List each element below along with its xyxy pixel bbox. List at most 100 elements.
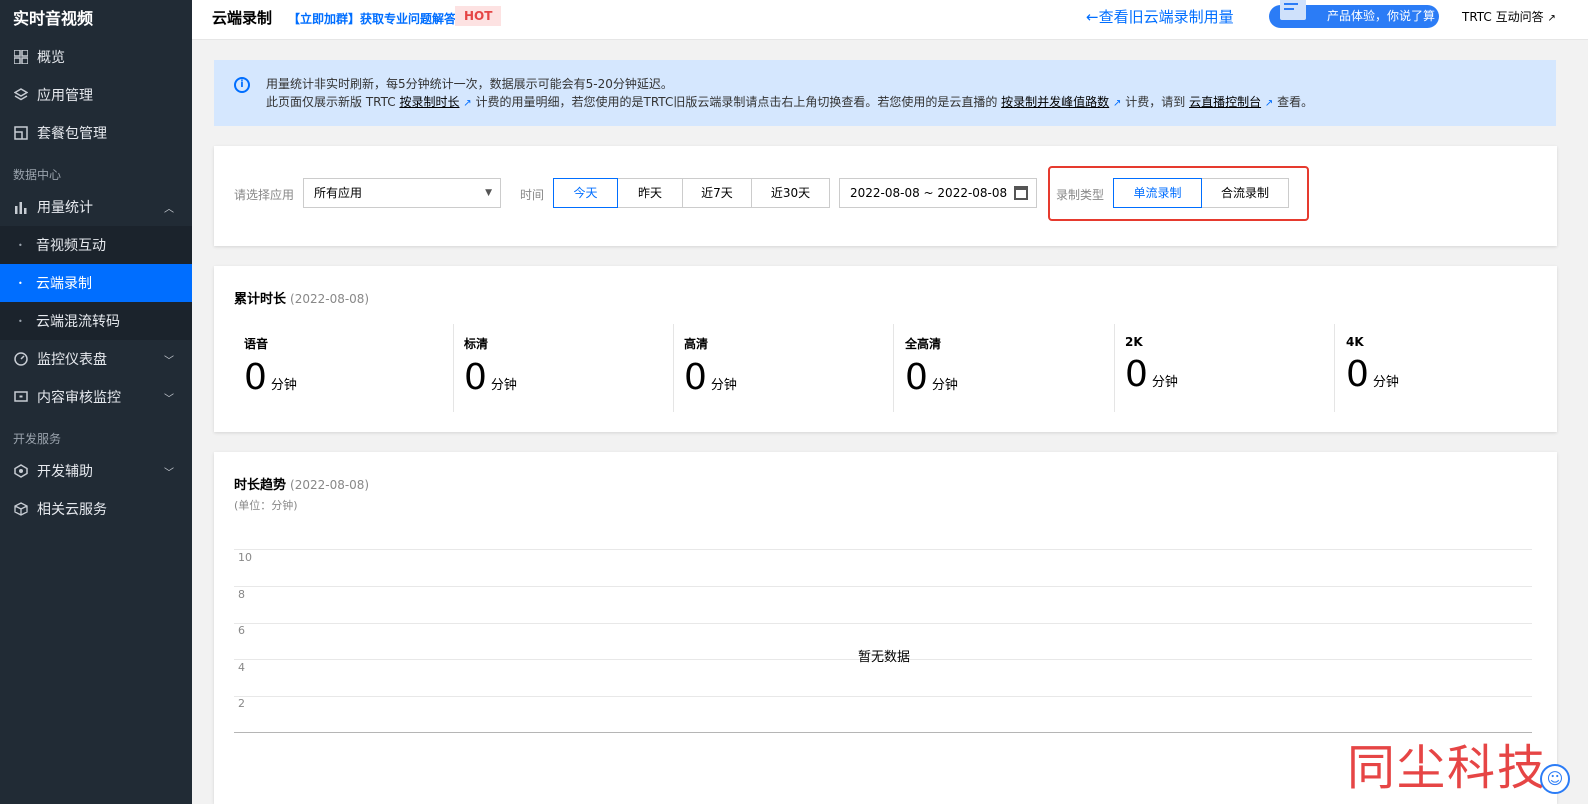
link-record-duration[interactable]: 按录制时长 xyxy=(399,95,459,109)
stat-value: 0 xyxy=(1346,354,1369,395)
hexagon-icon xyxy=(13,463,29,479)
sidebar: 实时音视频 概览 应用管理 套餐包管理 数据中心 用量统计 ︿ 音视频互动 云端… xyxy=(0,0,192,804)
record-type-single[interactable]: 单流录制 xyxy=(1113,178,1202,208)
sidebar-item-label: 开发辅助 xyxy=(37,464,93,480)
app-select[interactable]: 所有应用 ▼ xyxy=(303,178,501,208)
time-option-30days[interactable]: 近30天 xyxy=(751,178,830,208)
sidebar-item-label: 应用管理 xyxy=(37,88,93,104)
stat-name: 2K xyxy=(1125,335,1143,349)
calendar-icon xyxy=(1014,186,1028,200)
stat-unit: 分钟 xyxy=(931,378,958,393)
stat-name: 高清 xyxy=(684,337,709,351)
sidebar-item-content-audit[interactable]: 内容审核监控 ﹀ xyxy=(0,378,192,416)
link-live-console[interactable]: 云直播控制台 xyxy=(1189,95,1261,109)
hot-badge: HOT xyxy=(455,6,502,26)
sidebar-item-label: 用量统计 xyxy=(37,200,93,216)
top-bar: 云端录制 【立即加群】获取专业问题解答 HOT ←查看旧云端录制用量 产品体验，… xyxy=(192,0,1588,40)
gridline xyxy=(234,623,1532,624)
sidebar-item-usage-stats[interactable]: 用量统计 ︿ xyxy=(0,188,192,226)
bar-chart-icon xyxy=(13,199,29,215)
sidebar-item-label: 相关云服务 xyxy=(37,502,107,518)
sidebar-subitem-cloud-recording[interactable]: 云端录制 xyxy=(0,264,192,302)
sidebar-item-related-cloud[interactable]: 相关云服务 xyxy=(0,490,192,528)
stat-hd: 高清 0 分钟 xyxy=(674,324,894,412)
stat-name: 4K xyxy=(1346,335,1364,349)
date-range-picker[interactable]: 2022-08-08 ~ 2022-08-08 xyxy=(839,178,1037,208)
trend-title: 时长趋势 (2022-08-08) xyxy=(234,474,369,493)
cumulative-date: (2022-08-08) xyxy=(290,292,370,306)
stat-value: 0 xyxy=(244,357,267,398)
record-type-mixed[interactable]: 合流录制 xyxy=(1201,178,1289,208)
trtc-qa-link[interactable]: TRTC 互动问答 ↗ xyxy=(1462,8,1556,25)
sidebar-item-label: 概览 xyxy=(37,50,65,66)
stat-name: 标清 xyxy=(464,337,489,351)
cumulative-duration-card: 累计时长 (2022-08-08) 语音 0 分钟 标清 0 分钟 高清 0 分钟 全高… xyxy=(214,266,1557,432)
info-icon: i xyxy=(234,77,250,93)
chevron-up-icon: ︿ xyxy=(164,203,174,215)
link-concurrent-peak[interactable]: 按录制并发峰值路数 xyxy=(1001,95,1109,109)
time-option-yesterday[interactable]: 昨天 xyxy=(617,178,683,208)
y-tick-label: 10 xyxy=(238,551,252,564)
stat-4k: 4K 0 分钟 xyxy=(1336,326,1556,412)
y-tick-label: 8 xyxy=(238,588,245,601)
old-usage-link[interactable]: ←查看旧云端录制用量 xyxy=(1086,6,1234,27)
stat-value: 0 xyxy=(464,357,487,398)
stat-unit: 分钟 xyxy=(490,378,517,393)
gridline xyxy=(234,549,1532,550)
info-banner: i 用量统计非实时刷新，每5分钟统计一次，数据展示可能会有5-20分钟延迟。 此… xyxy=(214,60,1556,126)
gauge-icon xyxy=(13,351,29,367)
stat-value: 0 xyxy=(684,357,707,398)
time-option-7days[interactable]: 近7天 xyxy=(682,178,752,208)
x-axis-line xyxy=(234,732,1532,733)
sidebar-item-monitor-dashboard[interactable]: 监控仪表盘 ﹀ xyxy=(0,340,192,378)
trend-unit: (单位：分钟) xyxy=(234,499,298,512)
join-group-link[interactable]: 【立即加群】获取专业问题解答 xyxy=(288,10,456,27)
record-type-tabs: 单流录制 合流录制 xyxy=(1113,178,1289,208)
arrow-left-icon: ← xyxy=(1086,8,1099,26)
stat-value: 0 xyxy=(905,357,928,398)
app-select-label: 请选择应用 xyxy=(234,188,295,202)
chevron-down-icon: ﹀ xyxy=(164,393,174,405)
external-link-icon: ↗ xyxy=(1264,98,1274,109)
stat-value: 0 xyxy=(1125,354,1148,395)
stat-unit: 分钟 xyxy=(1151,375,1178,390)
sidebar-subitem-av-interaction[interactable]: 音视频互动 xyxy=(0,226,192,264)
document-icon xyxy=(1280,0,1306,20)
stat-unit: 分钟 xyxy=(1372,375,1399,390)
external-link-icon: ↗ xyxy=(463,98,472,109)
dropdown-arrow-icon: ▼ xyxy=(485,188,492,198)
time-option-today[interactable]: 今天 xyxy=(553,178,618,208)
info-line-1: 用量统计非实时刷新，每5分钟统计一次，数据展示可能会有5-20分钟延迟。 xyxy=(266,77,673,91)
group-dev-services: 开发服务 xyxy=(13,432,62,446)
external-link-icon: ↗ xyxy=(1547,13,1556,24)
info-text: 计费，请到 xyxy=(1125,95,1186,109)
cube-icon xyxy=(13,501,29,517)
layers-icon xyxy=(13,87,29,103)
chat-assistant-icon[interactable]: ☺ xyxy=(1540,764,1570,794)
sidebar-item-label: 内容审核监控 xyxy=(37,390,121,406)
gridline xyxy=(234,696,1532,697)
sidebar-item-app-management[interactable]: 应用管理 xyxy=(0,76,192,114)
sidebar-item-label: 监控仪表盘 xyxy=(37,352,107,368)
sidebar-item-overview[interactable]: 概览 xyxy=(0,38,192,76)
watermark-text: 同尘科技 xyxy=(1347,740,1548,796)
stat-fhd: 全高清 0 分钟 xyxy=(895,324,1115,412)
external-link-icon: ↗ xyxy=(1113,98,1122,109)
sidebar-item-dev-assist[interactable]: 开发辅助 ﹀ xyxy=(0,452,192,490)
y-tick-label: 6 xyxy=(238,624,245,637)
monitor-icon xyxy=(13,389,29,405)
time-label: 时间 xyxy=(520,188,545,202)
old-usage-label: 查看旧云端录制用量 xyxy=(1098,8,1234,26)
stat-name: 语音 xyxy=(244,337,269,351)
info-text: 此页面仅展示新版 TRTC xyxy=(266,95,396,109)
divider xyxy=(893,324,894,412)
stat-unit: 分钟 xyxy=(270,378,297,393)
gridline xyxy=(234,586,1532,587)
group-data-center: 数据中心 xyxy=(13,168,62,182)
grid-icon xyxy=(13,49,29,65)
record-type-label: 录制类型 xyxy=(1056,188,1105,202)
sidebar-item-package-management[interactable]: 套餐包管理 xyxy=(0,114,192,152)
sidebar-subitem-mix-transcode[interactable]: 云端混流转码 xyxy=(0,302,192,340)
sidebar-item-label: 套餐包管理 xyxy=(37,126,107,142)
info-line-2: 此页面仅展示新版 TRTC 按录制时长 ↗ 计费的用量明细，若您使用的是TRTC… xyxy=(266,93,1556,113)
